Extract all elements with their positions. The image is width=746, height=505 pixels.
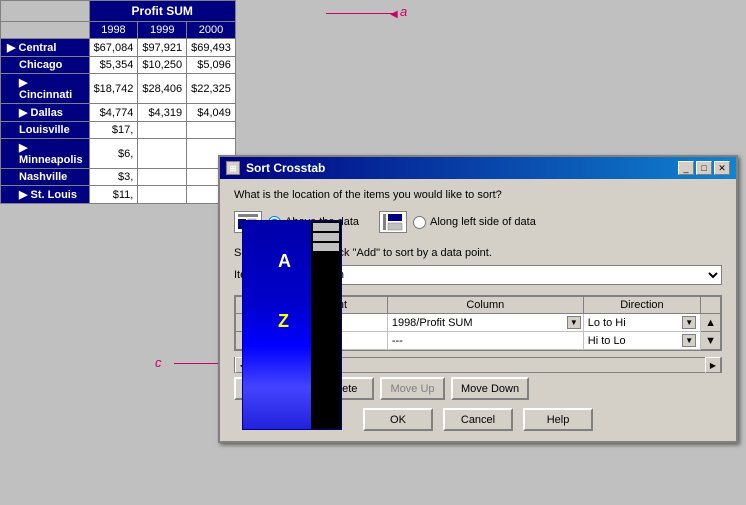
sort-row-2-direction: Hi to Lo ▼ [583,332,700,350]
preview-letter-a: A [278,251,291,272]
preview-bars [311,221,341,429]
dir-row-1: Lo to Hi ▼ [588,316,696,329]
close-button[interactable]: ✕ [714,161,730,175]
dir-dropdown-2[interactable]: ▼ [682,334,696,347]
cancel-button[interactable]: Cancel [443,408,513,431]
radio-left-label: Along left side of data [430,216,536,228]
titlebar-buttons: _ □ ✕ [678,161,730,175]
crosstab-preview: A Z [242,220,342,430]
dialog-titlebar: ⊞ Sort Crosstab _ □ ✕ [220,157,736,179]
move-up-button[interactable]: Move Up [380,377,445,400]
table-row: ▶ St. Louis $11, [1,186,236,204]
col-column: Column [387,297,583,314]
preview-bar-2 [313,233,339,241]
radio-left[interactable] [413,216,426,229]
item-to-sort-select[interactable]: Region Profit SUM [300,265,722,285]
table-row: ▶ Minneapolis $6, [1,139,236,169]
dialog-question: What is the location of the items you wo… [234,189,722,201]
table-row: ▶ Cincinnati $18,742 $28,406 $22,325 [1,74,236,104]
left-icon-svg [382,213,404,231]
dir-dropdown-1[interactable]: ▼ [682,316,696,329]
col-dropdown-1[interactable]: ▼ [567,316,581,329]
year-2000: 2000 [187,22,236,39]
arrow-a-line [326,13,394,14]
radio-left-option[interactable]: Along left side of data [379,211,536,233]
ok-button[interactable]: OK [363,408,433,431]
dir-row-2: Hi to Lo ▼ [588,334,696,347]
scroll-up-btn[interactable]: ▲ [701,314,721,332]
preview-bar-1 [313,223,339,231]
annotation-a: a [400,4,407,19]
sort-row-2-column: --- [387,332,583,350]
maximize-button[interactable]: □ [696,161,712,175]
annotation-c: c [155,355,162,370]
scroll-down-btn[interactable]: ▼ [701,332,721,350]
table-row: Chicago $5,354 $10,250 $5,096 [1,57,236,74]
titlebar-left: ⊞ Sort Crosstab [226,161,325,175]
dialog-title: Sort Crosstab [246,161,325,175]
dir-val-1: Lo to Hi [588,317,682,329]
preview-bar-3 [313,243,339,251]
scroll-right-btn[interactable]: ▶ [705,357,721,373]
dialog-icon: ⊞ [226,161,240,175]
crosstab-panel: Profit SUM 1998 1999 2000 ▶ Central $67,… [0,0,220,204]
table-row: Louisville $17, [1,122,236,139]
help-button[interactable]: Help [523,408,593,431]
year-1999: 1999 [138,22,187,39]
col-direction: Direction [583,297,700,314]
profit-sum-header: Profit SUM [89,1,235,22]
sort-row-1-direction: Lo to Hi ▼ [583,314,700,332]
table-row: ▶ Central $67,084 $97,921 $69,493 [1,39,236,57]
table-row: Nashville $3, [1,169,236,186]
dir-val-2: Hi to Lo [588,335,682,347]
sort-row-1-column: 1998/Profit SUM ▼ [387,314,583,332]
preview-letter-z: Z [278,311,289,332]
table-row: ▶ Dallas $4,774 $4,319 $4,049 [1,104,236,122]
minimize-button[interactable]: _ [678,161,694,175]
year-1998: 1998 [89,22,138,39]
move-down-button[interactable]: Move Down [451,377,529,400]
col-val-1: 1998/Profit SUM [392,317,567,329]
left-data-icon [379,211,407,233]
column-select-row1: 1998/Profit SUM ▼ [392,316,581,329]
arrow-a-head: ◀ [390,9,398,20]
col-scroll [701,297,721,314]
